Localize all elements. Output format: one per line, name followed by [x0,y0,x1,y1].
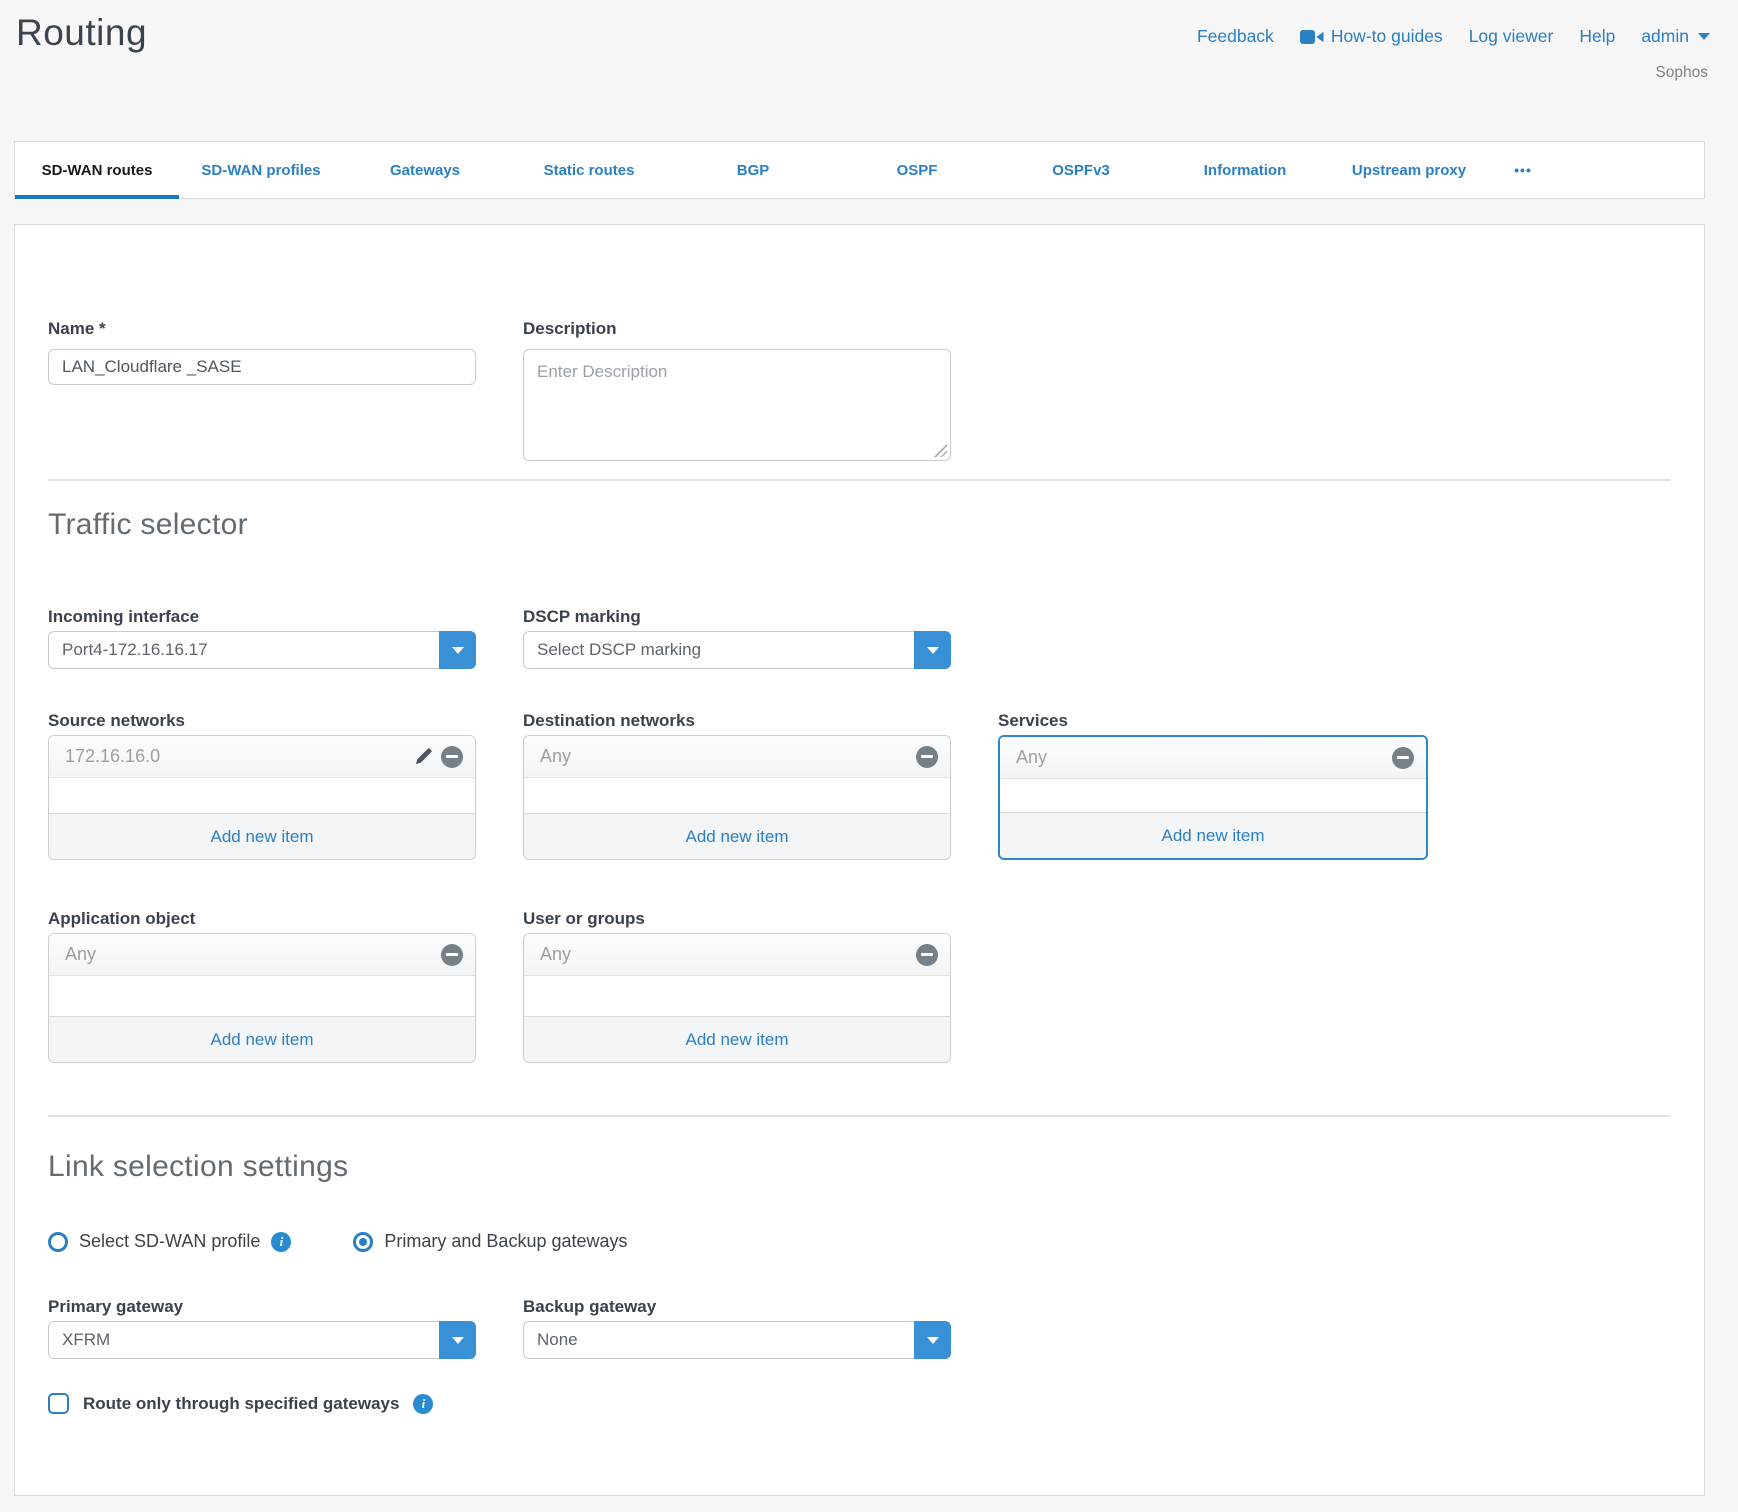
incoming-interface-select[interactable]: Port4-172.16.16.17 [48,631,476,669]
backup-gateway-value: None [537,1330,578,1350]
list-item: 172.16.16.0 [49,736,475,778]
dscp-marking-value: Select DSCP marking [537,640,701,660]
dropdown-arrow-icon[interactable] [439,631,476,669]
tab-ospfv3[interactable]: OSPFv3 [999,142,1163,198]
radio-label: Select SD-WAN profile [79,1231,260,1252]
destination-networks-box: Any Add new item [523,735,951,860]
tab-sd-wan-routes[interactable]: SD-WAN routes [15,142,179,198]
tab-bar: SD-WAN routes SD-WAN profiles Gateways S… [14,141,1705,199]
dscp-marking-label: DSCP marking [523,607,951,627]
destination-networks-label: Destination networks [523,711,951,731]
list-item: Any [524,736,950,778]
primary-gateway-label: Primary gateway [48,1297,476,1317]
sd-wan-route-form: Name * Description Traffic selector Inco… [14,224,1705,1496]
incoming-interface-value: Port4-172.16.16.17 [62,640,208,660]
list-item: Any [524,934,950,976]
tab-ospf[interactable]: OSPF [835,142,999,198]
list-item-label: Any [65,944,96,965]
incoming-interface-label: Incoming interface [48,607,476,627]
add-new-item-button[interactable]: Add new item [49,1016,475,1062]
list-item-label: Any [540,746,571,767]
radio-icon[interactable] [48,1232,68,1252]
radio-label: Primary and Backup gateways [384,1231,627,1252]
chevron-down-icon [1698,33,1710,40]
brand-label: Sophos [1655,64,1708,82]
backup-gateway-label: Backup gateway [523,1297,951,1317]
dropdown-arrow-icon[interactable] [439,1321,476,1359]
services-label: Services [998,711,1428,731]
description-textarea[interactable] [523,349,951,461]
user-or-groups-box: Any Add new item [523,933,951,1063]
primary-gateway-value: XFRM [62,1330,110,1350]
add-new-item-button[interactable]: Add new item [524,813,950,859]
remove-item-icon[interactable] [916,746,938,768]
add-new-item-button[interactable]: Add new item [49,813,475,859]
info-icon[interactable]: i [413,1394,433,1414]
name-input[interactable] [48,349,476,385]
howto-guides-link[interactable]: How-to guides [1300,26,1443,47]
tab-sd-wan-profiles[interactable]: SD-WAN profiles [179,142,343,198]
list-empty-area [1000,779,1426,812]
help-link[interactable]: Help [1579,26,1615,47]
source-networks-box: 172.16.16.0 Add new item [48,735,476,860]
list-item-label: Any [540,944,571,965]
tab-upstream-proxy[interactable]: Upstream proxy [1327,142,1491,198]
dscp-marking-select[interactable]: Select DSCP marking [523,631,951,669]
dropdown-arrow-icon[interactable] [914,1321,951,1359]
route-only-checkbox[interactable] [48,1393,69,1414]
add-new-item-button[interactable]: Add new item [524,1016,950,1062]
list-empty-area [49,976,475,1016]
admin-menu[interactable]: admin [1641,26,1710,47]
radio-selected-icon[interactable] [353,1232,373,1252]
list-item: Any [49,934,475,976]
list-empty-area [524,778,950,813]
remove-item-icon[interactable] [1392,747,1414,769]
dropdown-arrow-icon[interactable] [914,631,951,669]
feedback-link[interactable]: Feedback [1197,26,1274,47]
page-title: Routing [16,12,147,54]
list-item-label: Any [1016,747,1047,768]
list-empty-area [524,976,950,1016]
edit-pencil-icon[interactable] [413,746,434,767]
tab-bgp[interactable]: BGP [671,142,835,198]
application-object-label: Application object [48,909,476,929]
application-object-box: Any Add new item [48,933,476,1063]
link-selection-heading: Link selection settings [48,1149,1671,1185]
backup-gateway-select[interactable]: None [523,1321,951,1359]
traffic-selector-heading: Traffic selector [48,507,1671,543]
tab-static-routes[interactable]: Static routes [507,142,671,198]
add-new-item-button[interactable]: Add new item [1000,812,1426,858]
name-label: Name * [48,319,476,339]
list-item: Any [1000,737,1426,779]
info-icon[interactable]: i [271,1232,291,1252]
video-camera-icon [1300,29,1324,45]
section-divider [48,1115,1671,1117]
tab-gateways[interactable]: Gateways [343,142,507,198]
route-only-row: Route only through specified gateways i [48,1393,1671,1414]
top-nav: Feedback How-to guides Log viewer Help a… [1197,26,1710,47]
radio-primary-backup-gateways[interactable]: Primary and Backup gateways [353,1231,627,1252]
primary-gateway-select[interactable]: XFRM [48,1321,476,1359]
remove-item-icon[interactable] [441,944,463,966]
log-viewer-link[interactable]: Log viewer [1469,26,1554,47]
remove-item-icon[interactable] [441,746,463,768]
section-divider [48,479,1671,481]
list-empty-area [49,778,475,813]
description-label: Description [523,319,951,339]
remove-item-icon[interactable] [916,944,938,966]
radio-select-sdwan-profile[interactable]: Select SD-WAN profile i [48,1231,291,1252]
tab-information[interactable]: Information [1163,142,1327,198]
tabs-overflow-button[interactable]: ••• [1491,142,1555,198]
list-item-label: 172.16.16.0 [65,746,160,767]
page-header: Routing Feedback How-to guides Log viewe… [0,0,1738,141]
source-networks-label: Source networks [48,711,476,731]
route-only-label: Route only through specified gateways [83,1394,399,1414]
user-or-groups-label: User or groups [523,909,951,929]
services-box: Any Add new item [998,735,1428,860]
